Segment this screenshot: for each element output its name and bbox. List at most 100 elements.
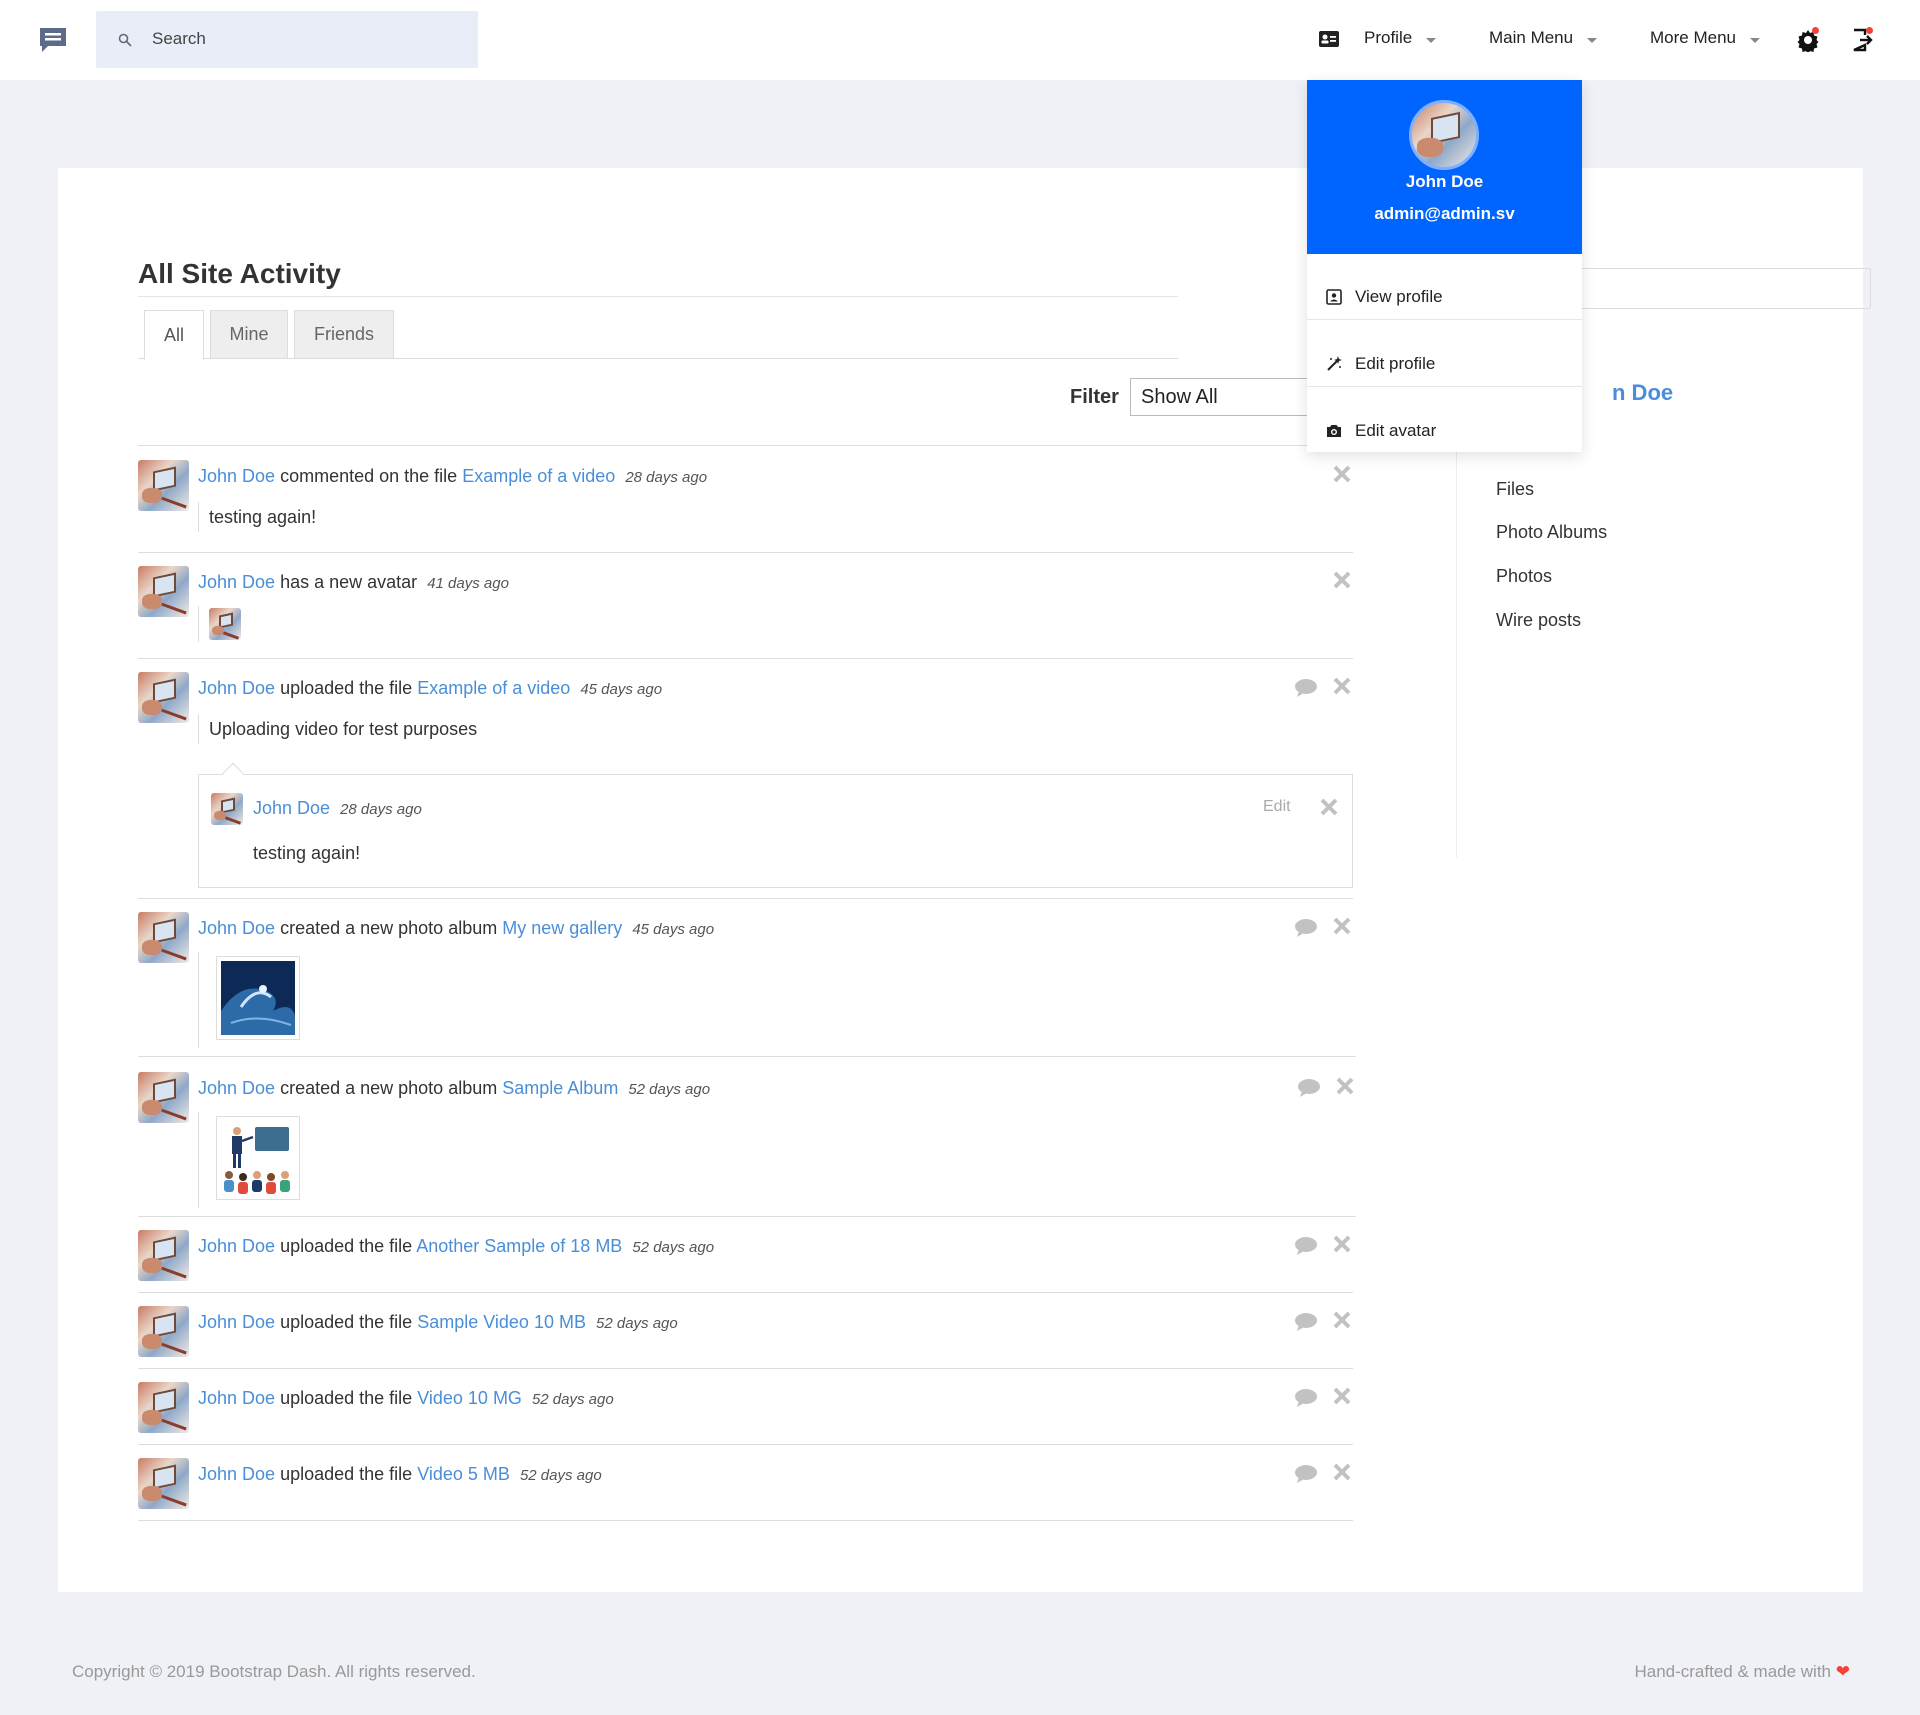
delete-icon[interactable] [1332, 916, 1352, 936]
avatar[interactable] [138, 566, 189, 617]
actor-link[interactable]: John Doe [198, 572, 275, 592]
main-menu[interactable]: Main Menu [1489, 22, 1598, 54]
avatar[interactable] [138, 1458, 189, 1509]
edit-avatar-label: Edit avatar [1355, 421, 1437, 440]
activity-item: John Doe has a new avatar 41 days ago [138, 566, 1351, 656]
edit-comment-link[interactable]: Edit [1263, 798, 1291, 816]
edit-profile-item[interactable]: Edit profile [1307, 331, 1582, 397]
comment-icon[interactable] [1294, 918, 1318, 938]
view-profile-item[interactable]: View profile [1307, 264, 1582, 330]
search-box[interactable] [96, 11, 478, 68]
divider [1456, 408, 1457, 858]
activity-body [198, 1112, 209, 1208]
tab-friends[interactable]: Friends [294, 310, 394, 359]
actor-link[interactable]: John Doe [198, 918, 275, 938]
delete-icon[interactable] [1332, 570, 1352, 590]
activity-item: John Doe created a new photo album My ne… [138, 912, 1351, 1060]
actor-link[interactable]: John Doe [198, 1236, 275, 1256]
search-input[interactable] [152, 25, 452, 53]
timestamp: 52 days ago [628, 1081, 711, 1098]
activity-summary: John Doe uploaded the file Sample Video … [198, 1312, 678, 1332]
profile-dropdown: John Doe admin@admin.sv View profile Edi… [1307, 80, 1582, 452]
avatar[interactable] [211, 793, 243, 825]
comment-icon[interactable] [1294, 1464, 1318, 1484]
chat-logo-icon[interactable] [38, 26, 68, 54]
avatar[interactable] [138, 672, 189, 723]
avatar[interactable] [138, 912, 189, 963]
comment-icon[interactable] [1294, 678, 1318, 698]
edit-avatar-item[interactable]: Edit avatar [1307, 398, 1582, 464]
delete-icon[interactable] [1332, 1234, 1352, 1254]
sidebar-item-files[interactable]: Files [1496, 479, 1534, 500]
magic-wand-icon [1327, 356, 1342, 371]
object-link[interactable]: Sample Album [502, 1078, 618, 1098]
comment-icon[interactable] [1294, 1312, 1318, 1332]
album-thumbnail[interactable] [216, 956, 300, 1040]
filter-label: Filter [1070, 386, 1119, 408]
delete-icon[interactable] [1332, 676, 1352, 696]
divider [138, 658, 1353, 659]
delete-icon[interactable] [1332, 1310, 1352, 1330]
object-link[interactable]: My new gallery [502, 918, 622, 938]
actor-link[interactable]: John Doe [198, 1312, 275, 1332]
contact-card-icon [1326, 289, 1342, 305]
sidebar-item-photos[interactable]: Photos [1496, 566, 1552, 587]
filter-select[interactable]: Show All [1130, 378, 1330, 416]
delete-icon[interactable] [1332, 1462, 1352, 1482]
actor-link[interactable]: John Doe [198, 466, 275, 486]
chevron-down-icon [1749, 37, 1760, 43]
object-link[interactable]: Example of a video [417, 678, 570, 698]
more-menu[interactable]: More Menu [1650, 22, 1760, 54]
heart-icon: ❤ [1835, 1662, 1850, 1681]
avatar[interactable] [138, 1382, 189, 1433]
tab-all[interactable]: All [144, 310, 204, 360]
avatar[interactable] [138, 460, 189, 511]
timestamp: 52 days ago [596, 1315, 678, 1332]
actor-link[interactable]: John Doe [198, 1078, 275, 1098]
comment-icon[interactable] [1297, 1078, 1321, 1098]
delete-icon[interactable] [1335, 1076, 1355, 1096]
avatar[interactable] [138, 1230, 189, 1281]
profile-menu-label: Profile [1364, 28, 1413, 47]
object-link[interactable]: Video 10 MG [417, 1388, 522, 1408]
notification-dot [1866, 27, 1873, 34]
object-link[interactable]: Example of a video [462, 466, 615, 486]
sidebar-owner-name[interactable]: n Doe [1612, 380, 1673, 406]
sidebar-item-photo-albums[interactable]: Photo Albums [1496, 522, 1607, 543]
comment-icon[interactable] [1294, 1388, 1318, 1408]
sidebar-item-wire-posts[interactable]: Wire posts [1496, 610, 1581, 631]
profile-menu[interactable]: Profile [1364, 22, 1437, 54]
avatar[interactable] [138, 1072, 189, 1123]
activity-summary: John Doe uploaded the file Another Sampl… [198, 1236, 715, 1256]
object-link[interactable]: Video 5 MB [417, 1464, 510, 1484]
object-link[interactable]: Sample Video 10 MB [417, 1312, 586, 1332]
sidebar-search-field[interactable] [1553, 268, 1871, 309]
divider [138, 1520, 1353, 1521]
activity-body: testing again! [198, 502, 316, 532]
search-icon [118, 33, 132, 47]
new-avatar-thumbnail[interactable] [209, 608, 241, 640]
album-thumbnail[interactable] [216, 1116, 300, 1200]
divider [138, 1444, 1353, 1445]
notification-dot [1812, 27, 1819, 34]
activity-summary: John Doe created a new photo album My ne… [198, 918, 715, 938]
comment-author-link[interactable]: John Doe [253, 798, 330, 818]
timestamp: 52 days ago [531, 1391, 614, 1408]
actor-link[interactable]: John Doe [198, 1464, 275, 1484]
page-title: All Site Activity [138, 258, 341, 289]
comment-icon[interactable] [1294, 1236, 1318, 1256]
id-card-icon [1319, 31, 1339, 47]
tab-mine[interactable]: Mine [210, 310, 288, 359]
actor-link[interactable]: John Doe [198, 678, 275, 698]
object-link[interactable]: Another Sample of 18 MB [416, 1236, 622, 1256]
divider [138, 296, 1178, 297]
timestamp: 52 days ago [519, 1467, 602, 1484]
timestamp: 28 days ago [625, 469, 708, 486]
avatar[interactable] [138, 1306, 189, 1357]
delete-icon[interactable] [1319, 797, 1339, 817]
delete-icon[interactable] [1332, 464, 1352, 484]
delete-icon[interactable] [1332, 1386, 1352, 1406]
activity-body: Uploading video for test purposes [198, 714, 477, 744]
actor-link[interactable]: John Doe [198, 1388, 275, 1408]
avatar[interactable] [1409, 100, 1479, 170]
